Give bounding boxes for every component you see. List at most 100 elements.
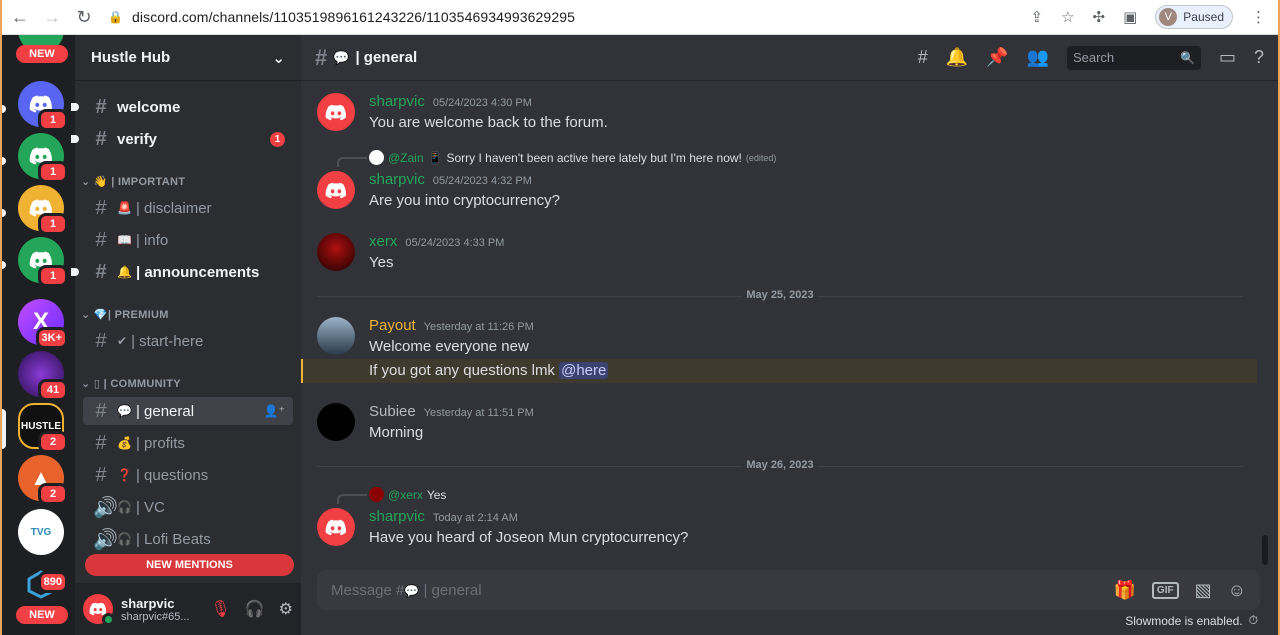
forward-icon[interactable]: → [38,3,66,31]
channel-start-here[interactable]: # ✔ | start-here [83,327,293,355]
timestamp: 05/24/2023 4:30 PM [432,97,532,109]
category-premium[interactable]: ⌄ 💎| PREMIUM [81,308,169,321]
message-input[interactable]: Message #💬 | general 🎁 GIF ▧ ☺ [317,570,1260,610]
author-avatar[interactable] [317,317,355,355]
channel-info[interactable]: # 📖 | info [83,226,293,254]
here-mention[interactable]: @here [559,362,609,379]
reply-preview[interactable]: @Zain 📱 Sorry I haven't been active here… [369,150,776,165]
search-input[interactable]: Search 🔍 [1066,45,1201,70]
sidepanel-icon[interactable]: ▣ [1123,8,1137,26]
channel-questions[interactable]: # ❓ | questions [83,461,293,489]
message: xerx 05/24/2023 4:33 PM Yes [301,231,1261,281]
profile-status: Paused [1183,10,1224,24]
new-unreads-pill-bottom[interactable]: NEW [16,606,68,624]
message-list: sharpvic 05/24/2023 4:30 PM You are welc… [301,81,1261,571]
author-name[interactable]: Payout [369,317,416,334]
emoji-icon[interactable]: ☺ [1228,580,1246,601]
reply-connector [337,157,367,167]
server-discord-green-1[interactable]: 1 [18,133,68,183]
server-discord-yellow[interactable]: 1 [18,185,68,235]
gif-button[interactable]: GIF [1151,581,1179,599]
author-avatar[interactable] [317,403,355,441]
user-tag: sharpvic#65... [121,610,190,623]
author-name[interactable]: sharpvic [369,93,425,110]
notification-bell-icon[interactable]: 🔔 [946,47,968,68]
unread-dot [71,103,79,111]
reload-icon[interactable]: ↻ [70,3,98,31]
share-icon[interactable]: ⇪ [1031,8,1044,26]
chevron-down-icon: ⌄ [81,309,91,321]
speech-bubble-icon: 💬 [333,49,350,65]
back-icon[interactable]: ← [6,3,34,31]
settings-gear-icon[interactable]: ⚙ [279,599,293,619]
channel-lofi[interactable]: 🔊 🎧 | Lofi Beats [83,525,293,553]
channel-general[interactable]: # 💬 | general 👤⁺ [83,397,293,425]
speaker-icon: 🔊 [93,528,118,551]
user-name: sharpvic [121,595,175,611]
help-icon[interactable]: ? [1254,47,1264,68]
author-avatar[interactable] [317,233,355,271]
server-orange-a[interactable]: ▲ 2 [18,455,68,505]
extensions-icon[interactable]: ✣ [1093,8,1106,26]
new-mentions-button[interactable]: NEW MENTIONS [85,554,294,576]
server-blue-cube[interactable]: 890 [18,561,68,607]
channel-vc[interactable]: 🔊 🎧 | VC [83,493,293,521]
kebab-menu-icon[interactable]: ⋮ [1251,8,1266,26]
profile-button[interactable]: V Paused [1155,5,1233,29]
channel-verify[interactable]: # verify 1 [83,125,293,153]
channel-announcements[interactable]: # 🔔 | announcements [83,258,293,286]
hash-icon: # [95,127,107,150]
phone-icon: 📱 [427,150,443,165]
author-avatar[interactable] [317,171,355,209]
reply-preview[interactable]: @xerx Yes [369,487,446,502]
scrollbar[interactable] [1262,535,1268,565]
category-label: COMMUNITY [110,378,181,390]
selected-pill [2,409,6,449]
user-avatar[interactable] [83,594,115,626]
author-avatar[interactable] [317,508,355,546]
chevron-down-icon: ⌄ [81,176,91,188]
server-x[interactable]: X 3K+ [18,299,68,349]
server-badge: 3K+ [35,327,68,349]
author-name[interactable]: xerx [369,233,397,250]
money-bag-icon: 💰 [117,436,132,450]
unread-dot [71,135,79,143]
headphones-icon[interactable]: 🎧 [245,599,265,619]
author-name[interactable]: sharpvic [369,171,425,188]
channel-disclaimer[interactable]: # 🚨 | disclaimer [83,194,293,222]
bookmark-star-icon[interactable]: ☆ [1061,8,1074,26]
threads-icon[interactable]: # [918,47,928,68]
category-important[interactable]: ⌄ 👋 | IMPORTANT [81,175,185,188]
channel-welcome[interactable]: # welcome [83,93,293,121]
author-avatar[interactable] [317,93,355,131]
server-badge: 1 [38,213,68,235]
author-name[interactable]: Subiee [369,403,416,420]
message-text: You are welcome back to the forum. [369,114,608,131]
message-placeholder: Message #💬 | general [331,582,482,599]
server-discord-blue[interactable]: 1 [18,81,68,131]
new-unreads-pill-top[interactable]: NEW [16,45,68,63]
pin-icon[interactable]: 📌 [986,47,1008,68]
server-tvg[interactable]: TVG [18,509,64,555]
mic-muted-icon[interactable]: 🎙 [210,599,230,619]
date-divider-label: May 25, 2023 [742,289,818,301]
inbox-icon[interactable]: ▭ [1219,47,1236,68]
hash-icon: # [95,463,107,486]
server-hustle[interactable]: HUSTLE 2 [18,403,68,453]
guild-header[interactable]: Hustle Hub ⌄ [75,35,301,81]
server-purple[interactable]: 41 [18,351,68,401]
category-community[interactable]: ⌄ ▯ | COMMUNITY [81,377,181,390]
author-name[interactable]: sharpvic [369,508,425,525]
chevron-down-icon: ⌄ [272,49,285,67]
search-icon: 🔍 [1180,50,1195,65]
gift-icon[interactable]: 🎁 [1114,580,1136,601]
address-bar[interactable]: 🔒 discord.com/channels/11035198961612432… [108,4,1031,30]
placeholder-prefix: Message # [331,581,405,599]
invite-icon[interactable]: 👤⁺ [264,404,285,418]
message: sharpvic 05/24/2023 4:30 PM You are welc… [301,87,1261,137]
message-text: If you got any questions lmk @here [369,362,609,379]
server-discord-green-2[interactable]: 1 [18,237,68,287]
member-list-icon[interactable]: 👥 [1027,47,1049,68]
channel-profits[interactable]: # 💰 | profits [83,429,293,457]
sticker-icon[interactable]: ▧ [1195,580,1212,601]
